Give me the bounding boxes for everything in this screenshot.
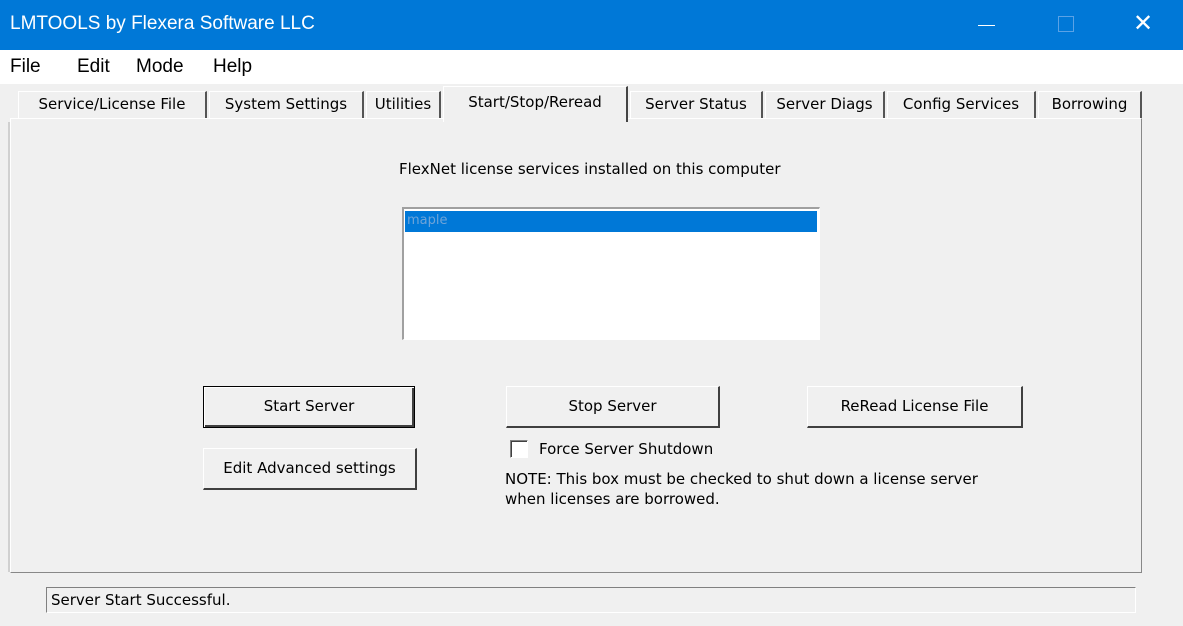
- window-title: LMTOOLS by Flexera Software LLC: [10, 13, 315, 34]
- minimize-button[interactable]: [956, 0, 1016, 50]
- tab-strip: Service/License File System Settings Uti…: [0, 84, 1183, 122]
- status-bar: Server Start Successful.: [46, 587, 1136, 613]
- minimize-icon: [978, 25, 995, 26]
- reread-license-file-button[interactable]: ReRead License File: [807, 386, 1023, 428]
- tab-config-services[interactable]: Config Services: [887, 91, 1036, 121]
- edit-advanced-settings-button[interactable]: Edit Advanced settings: [203, 448, 417, 490]
- tab-utilities[interactable]: Utilities: [366, 91, 441, 121]
- menu-help[interactable]: Help: [213, 56, 252, 78]
- stop-server-button[interactable]: Stop Server: [506, 386, 720, 428]
- maximize-icon: [1058, 16, 1074, 32]
- note-text-line2: when licenses are borrowed.: [505, 490, 720, 508]
- start-server-button[interactable]: Start Server: [203, 386, 415, 428]
- maximize-button[interactable]: [1036, 0, 1096, 50]
- tab-system-settings[interactable]: System Settings: [209, 91, 364, 121]
- menu-mode[interactable]: Mode: [136, 56, 184, 78]
- list-item[interactable]: maple: [405, 211, 817, 232]
- note-text-line1: NOTE: This box must be checked to shut d…: [505, 470, 978, 488]
- menu-bar: File Edit Mode Help: [0, 50, 1183, 84]
- force-shutdown-label[interactable]: Force Server Shutdown: [539, 440, 713, 458]
- title-bar[interactable]: LMTOOLS by Flexera Software LLC ✕: [0, 0, 1183, 50]
- tab-service-license-file[interactable]: Service/License File: [18, 91, 207, 121]
- close-button[interactable]: ✕: [1113, 0, 1183, 50]
- tab-borrowing[interactable]: Borrowing: [1038, 91, 1142, 121]
- tab-server-status[interactable]: Server Status: [630, 91, 763, 121]
- tab-start-stop-reread[interactable]: Start/Stop/Reread: [443, 86, 628, 122]
- menu-file[interactable]: File: [10, 56, 41, 78]
- services-listbox[interactable]: maple: [402, 207, 820, 340]
- force-shutdown-checkbox[interactable]: [510, 440, 528, 458]
- tab-server-diags[interactable]: Server Diags: [765, 91, 885, 121]
- services-label: FlexNet license services installed on th…: [399, 160, 781, 178]
- menu-edit[interactable]: Edit: [77, 56, 110, 78]
- close-icon: ✕: [1132, 9, 1154, 37]
